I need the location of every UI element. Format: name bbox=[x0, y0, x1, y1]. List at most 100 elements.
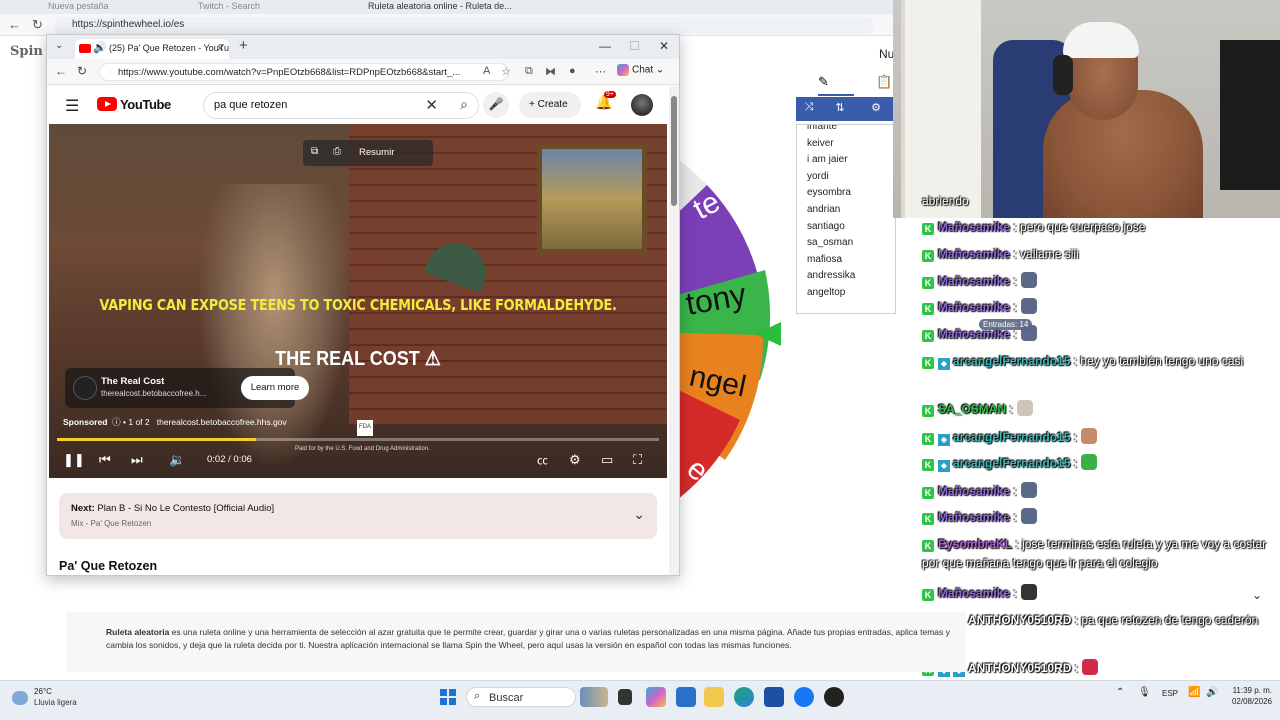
chat-username[interactable]: Mañosamike bbox=[938, 510, 1010, 524]
chat-username[interactable]: Mañosamike bbox=[938, 586, 1010, 600]
chat-username[interactable]: ANTHONY0510RD bbox=[968, 661, 1071, 675]
menu-icon[interactable]: ☰ bbox=[65, 96, 79, 116]
youtube-tab[interactable]: 🔊 (25) Pa' Que Retozen - YouTube × bbox=[75, 39, 229, 59]
reload-icon[interactable]: ↻ bbox=[32, 17, 43, 33]
chevron-down-icon[interactable]: ⌄ bbox=[1252, 588, 1262, 602]
entry-item[interactable]: yordi bbox=[807, 169, 885, 186]
chat-username[interactable]: EysombraKL bbox=[938, 537, 1012, 551]
profile-icon[interactable]: ● bbox=[569, 65, 576, 77]
fullscreen-icon[interactable]: ⛶ bbox=[633, 452, 642, 468]
entry-item[interactable]: mafiosa bbox=[807, 252, 885, 269]
start-menu-icon[interactable] bbox=[440, 689, 456, 705]
copilot-icon[interactable] bbox=[646, 687, 666, 707]
translate-icon[interactable]: A bbox=[483, 65, 490, 77]
settings-icon[interactable]: ⚙ bbox=[868, 101, 884, 117]
search-icon[interactable]: ⌕ bbox=[460, 96, 468, 113]
screenshot-icon[interactable]: ⎙ bbox=[333, 146, 341, 157]
sponsored-domain[interactable]: therealcost.betobaccofree.hhs.gov bbox=[157, 417, 287, 427]
microphone-icon[interactable]: 🎙 bbox=[1138, 687, 1151, 698]
entries-list[interactable]: infante keiver i am jaier yordi eysombra… bbox=[796, 124, 896, 314]
chat-username[interactable]: arcangelFernando15 bbox=[953, 456, 1070, 470]
collections-icon[interactable]: ⧓ bbox=[545, 65, 556, 78]
summarize-button[interactable]: Resumir bbox=[359, 147, 394, 158]
scrollbar[interactable] bbox=[669, 86, 679, 575]
entry-item[interactable]: sa_osman bbox=[807, 235, 885, 252]
minimize-icon[interactable]: — bbox=[599, 39, 611, 53]
entry-item[interactable]: infante bbox=[807, 125, 885, 136]
facebook-icon[interactable] bbox=[794, 687, 814, 707]
speaker-icon[interactable]: 🔊 bbox=[93, 41, 107, 54]
mail-icon[interactable] bbox=[676, 687, 696, 707]
chat-username[interactable]: Mañosamike bbox=[938, 300, 1010, 314]
entry-item[interactable]: andrian bbox=[807, 202, 885, 219]
reload-icon[interactable]: ↻ bbox=[77, 64, 87, 78]
background-tab[interactable]: Twitch - Search bbox=[190, 0, 268, 12]
chat-username[interactable]: Mañosamike bbox=[938, 247, 1010, 261]
background-tab[interactable]: Nueva pestaña bbox=[40, 0, 117, 12]
progress-bar[interactable] bbox=[57, 438, 659, 441]
favorite-icon[interactable]: ☆ bbox=[501, 65, 511, 78]
copilot-chat-button[interactable]: Chat ⌄ bbox=[617, 64, 664, 76]
entry-item[interactable]: santiago bbox=[807, 219, 885, 236]
app-icon[interactable] bbox=[824, 687, 844, 707]
search-input[interactable]: pa que retozen ✕ ⌕ bbox=[203, 92, 479, 119]
sort-icon[interactable]: ⇅ bbox=[832, 101, 848, 117]
learn-more-button[interactable]: Learn more bbox=[241, 376, 309, 400]
more-icon[interactable]: ⋯ bbox=[595, 65, 606, 78]
next-icon[interactable]: ⏭ bbox=[131, 452, 143, 468]
clipboard-icon[interactable]: 📋 bbox=[876, 74, 892, 90]
chat-username[interactable]: Mañosamike bbox=[938, 220, 1010, 234]
scrollbar-thumb[interactable] bbox=[671, 96, 677, 206]
youtube-logo[interactable]: YouTube bbox=[97, 97, 171, 112]
edge-browser-icon[interactable] bbox=[734, 687, 754, 707]
close-window-icon[interactable]: ✕ bbox=[659, 39, 669, 53]
background-tab[interactable]: Ruleta aleatoria online - Ruleta de... bbox=[360, 0, 520, 12]
new-tab-icon[interactable]: + bbox=[239, 37, 248, 54]
chat-username[interactable]: Mañosamike bbox=[938, 274, 1010, 288]
chat-username[interactable]: arcangelFernando15 bbox=[953, 430, 1070, 444]
site-logo[interactable]: Spin bbox=[10, 44, 43, 59]
chat-username[interactable]: Mañosamike bbox=[938, 484, 1010, 498]
notifications-icon[interactable]: 🔔 9+ bbox=[595, 91, 616, 111]
entry-item[interactable]: angeltop bbox=[807, 285, 885, 302]
shuffle-icon[interactable]: ⤨ bbox=[801, 101, 817, 117]
back-icon[interactable]: ← bbox=[55, 64, 67, 78]
volume-icon[interactable]: 🔉 bbox=[169, 452, 185, 468]
taskbar-search[interactable]: ⌕ Buscar bbox=[466, 687, 576, 707]
file-explorer-icon[interactable] bbox=[704, 687, 724, 707]
wifi-icon[interactable]: 📶 bbox=[1188, 687, 1200, 698]
up-next-panel[interactable]: Next: Plan B - Si No Le Contesto [Offici… bbox=[59, 493, 657, 539]
background-url-field[interactable]: https://spinthewheel.io/es bbox=[54, 17, 874, 34]
search-highlight-icon[interactable] bbox=[580, 687, 608, 707]
clock[interactable]: 11:39 p. m. 02/08/2026 bbox=[1226, 685, 1272, 707]
theater-mode-icon[interactable]: ▭ bbox=[601, 452, 613, 468]
entry-item[interactable]: i am jaier bbox=[807, 152, 885, 169]
entry-item[interactable]: keiver bbox=[807, 136, 885, 153]
pause-icon[interactable]: ❚❚ bbox=[63, 452, 85, 468]
advertiser-card[interactable]: The Real Cost therealcost.betobaccofree.… bbox=[65, 368, 309, 408]
tab-actions-icon[interactable]: ⌄ bbox=[55, 40, 63, 51]
settings-icon[interactable]: ⚙ bbox=[569, 452, 581, 468]
clear-search-icon[interactable]: ✕ bbox=[425, 96, 438, 114]
chevron-down-icon[interactable]: ⌄ bbox=[633, 506, 645, 523]
previous-icon[interactable]: ⏮ bbox=[99, 452, 111, 468]
volume-icon[interactable]: 🔊 bbox=[1206, 687, 1218, 698]
task-view-icon[interactable] bbox=[618, 689, 632, 705]
extensions-icon[interactable]: ⧉ bbox=[525, 65, 533, 78]
store-icon[interactable] bbox=[764, 687, 784, 707]
entry-item[interactable]: andressika bbox=[807, 268, 885, 285]
chat-username[interactable]: arcangelFernando15 bbox=[953, 354, 1070, 368]
captions-icon[interactable]: ㏄ bbox=[537, 452, 548, 468]
back-icon[interactable]: ← bbox=[8, 17, 21, 32]
chat-username[interactable]: SA_OSMAN bbox=[938, 402, 1006, 416]
chevron-up-icon[interactable]: ⌃ bbox=[1116, 687, 1124, 698]
maximize-icon[interactable]: ☐ bbox=[629, 39, 640, 53]
entry-item[interactable]: eysombra bbox=[807, 185, 885, 202]
language-indicator[interactable]: ESP bbox=[1162, 689, 1178, 698]
microphone-icon[interactable]: 🎤 bbox=[483, 92, 509, 118]
close-tab-icon[interactable]: × bbox=[217, 41, 224, 55]
create-button[interactable]: + Create bbox=[519, 92, 581, 118]
pip-icon[interactable]: ⧉ bbox=[311, 146, 318, 157]
video-player[interactable]: ⧉ ⎙ Resumir VAPING CAN EXPOSE TEENS TO T… bbox=[49, 124, 667, 478]
avatar[interactable] bbox=[631, 94, 653, 116]
